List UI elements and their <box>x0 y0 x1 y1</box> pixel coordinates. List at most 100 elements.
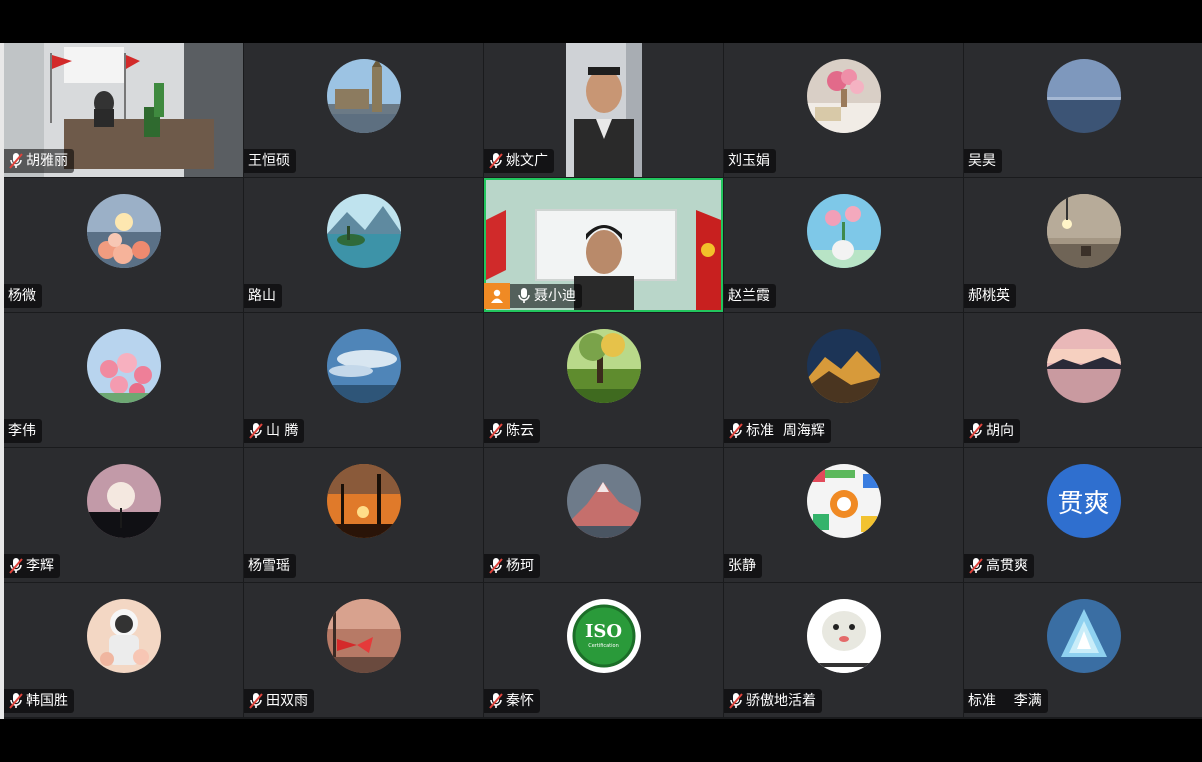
participant-name-tag: 聂小迪 <box>484 283 582 309</box>
participant-tile[interactable]: 郝桃英 <box>964 178 1202 312</box>
mic-muted-icon[interactable] <box>968 422 984 440</box>
participant-avatar <box>326 464 401 538</box>
participant-tile[interactable]: 标准 李满 <box>964 583 1202 717</box>
participant-name-tag: 山 腾 <box>244 419 305 443</box>
participant-avatar: 贯爽 <box>1046 464 1121 538</box>
participant-name: 标准 李满 <box>968 693 1042 709</box>
participant-name-tag: 骄傲地活着 <box>724 689 822 713</box>
participant-name: 赵兰霞 <box>728 288 770 304</box>
participant-name-tag: 杨珂 <box>484 554 540 578</box>
mic-muted-icon[interactable] <box>488 692 504 710</box>
participant-name-tag: 张静 <box>724 554 762 578</box>
iso-logo-subtext: Certification <box>588 643 619 649</box>
participant-tile[interactable]: 骄傲地活着 <box>724 583 963 717</box>
participant-avatar <box>1046 194 1121 268</box>
participant-name: 胡雅丽 <box>26 153 68 169</box>
participant-name: 张静 <box>728 558 756 574</box>
participant-tile[interactable]: 胡雅丽 <box>4 43 243 177</box>
mic-icon[interactable] <box>516 287 532 305</box>
participant-name-tag: 姚文广 <box>484 149 554 173</box>
participant-name-tag: 杨微 <box>4 284 42 308</box>
participant-tile[interactable]: 田双雨 <box>244 583 483 717</box>
participant-name-tag: 杨雪瑶 <box>244 554 296 578</box>
participant-tile[interactable]: 杨微 <box>4 178 243 312</box>
participant-avatar <box>806 59 881 133</box>
participant-name: 李辉 <box>26 558 54 574</box>
mic-muted-icon[interactable] <box>248 422 264 440</box>
participant-grid: 胡雅丽 王恒硕 姚文广 刘玉娟 吴昊杨微 路山 聂小迪 赵兰霞 郝桃英李伟 山 腾 陈云 标准 周海辉… <box>4 43 1202 719</box>
participant-tile[interactable]: 杨珂 <box>484 448 723 582</box>
mic-muted-icon[interactable] <box>488 557 504 575</box>
participant-tile[interactable]: 杨雪瑶 <box>244 448 483 582</box>
participant-name-tag: 路山 <box>244 284 282 308</box>
participant-name: 陈云 <box>506 423 534 439</box>
participant-avatar: ISO Certification <box>566 599 641 673</box>
participant-avatar <box>806 194 881 268</box>
participant-name-tag: 李伟 <box>4 419 42 443</box>
participant-tile[interactable]: 陈云 <box>484 313 723 447</box>
participant-name-tag: 田双雨 <box>244 689 314 713</box>
participant-name: 杨珂 <box>506 558 534 574</box>
participant-tile[interactable]: 姚文广 <box>484 43 723 177</box>
avatar-initials: 贯爽 <box>1057 488 1110 519</box>
participant-avatar <box>1046 329 1121 403</box>
mic-muted-icon[interactable] <box>8 152 24 170</box>
participant-avatar <box>86 599 161 673</box>
participant-tile[interactable]: 刘玉娟 <box>724 43 963 177</box>
participant-tile[interactable]: 赵兰霞 <box>724 178 963 312</box>
participant-name: 标准 周海辉 <box>746 423 825 439</box>
participant-tile[interactable]: 李辉 <box>4 448 243 582</box>
participant-name-tag: 标准 周海辉 <box>724 419 831 443</box>
mic-muted-icon[interactable] <box>8 557 24 575</box>
participant-name-tag: 刘玉娟 <box>724 149 776 173</box>
participant-name: 山 腾 <box>266 423 299 439</box>
participant-tile[interactable]: 路山 <box>244 178 483 312</box>
participant-name-tag: 胡向 <box>964 419 1020 443</box>
participant-name: 聂小迪 <box>534 288 576 304</box>
mic-muted-icon[interactable] <box>728 422 744 440</box>
participant-name: 李伟 <box>8 423 36 439</box>
participant-tile[interactable]: 聂小迪 <box>484 178 723 312</box>
participant-avatar <box>86 329 161 403</box>
participant-tile[interactable]: 吴昊 <box>964 43 1202 177</box>
participant-name-tag: 韩国胜 <box>4 689 74 713</box>
participant-name: 骄傲地活着 <box>746 693 816 709</box>
participant-name-tag: 李辉 <box>4 554 60 578</box>
participant-name: 王恒硕 <box>248 153 290 169</box>
mic-muted-icon[interactable] <box>968 557 984 575</box>
mic-muted-icon[interactable] <box>8 692 24 710</box>
mic-muted-icon[interactable] <box>488 422 504 440</box>
participant-name: 杨微 <box>8 288 36 304</box>
participant-tile[interactable]: 标准 周海辉 <box>724 313 963 447</box>
iso-logo-text: ISO <box>584 621 623 642</box>
mic-muted-icon[interactable] <box>728 692 744 710</box>
participant-tile[interactable]: ISO Certification 秦怀 <box>484 583 723 717</box>
participant-tile[interactable]: 张静 <box>724 448 963 582</box>
participant-tile[interactable]: 王恒硕 <box>244 43 483 177</box>
participant-name: 秦怀 <box>506 693 534 709</box>
participant-name: 吴昊 <box>968 153 996 169</box>
participant-tile[interactable]: 山 腾 <box>244 313 483 447</box>
participant-name: 路山 <box>248 288 276 304</box>
participant-avatar <box>326 194 401 268</box>
video-feed <box>566 43 642 177</box>
participant-tile[interactable]: 贯爽高贯爽 <box>964 448 1202 582</box>
participant-avatar <box>806 464 881 538</box>
person-icon <box>484 283 510 309</box>
participant-tile[interactable]: 胡向 <box>964 313 1202 447</box>
participant-name-tag: 高贯爽 <box>964 554 1034 578</box>
participant-name: 杨雪瑶 <box>248 558 290 574</box>
participant-tile[interactable]: 韩国胜 <box>4 583 243 717</box>
participant-name-tag: 陈云 <box>484 419 540 443</box>
participant-name-tag: 标准 李满 <box>964 689 1048 713</box>
mic-muted-icon[interactable] <box>248 692 264 710</box>
participant-name: 韩国胜 <box>26 693 68 709</box>
mic-muted-icon[interactable] <box>488 152 504 170</box>
participant-avatar <box>1046 59 1121 133</box>
participant-name: 胡向 <box>986 423 1014 439</box>
participant-tile[interactable]: 李伟 <box>4 313 243 447</box>
participant-name-tag: 王恒硕 <box>244 149 296 173</box>
participant-avatar <box>566 464 641 538</box>
participant-avatar <box>806 329 881 403</box>
participant-name: 姚文广 <box>506 153 548 169</box>
